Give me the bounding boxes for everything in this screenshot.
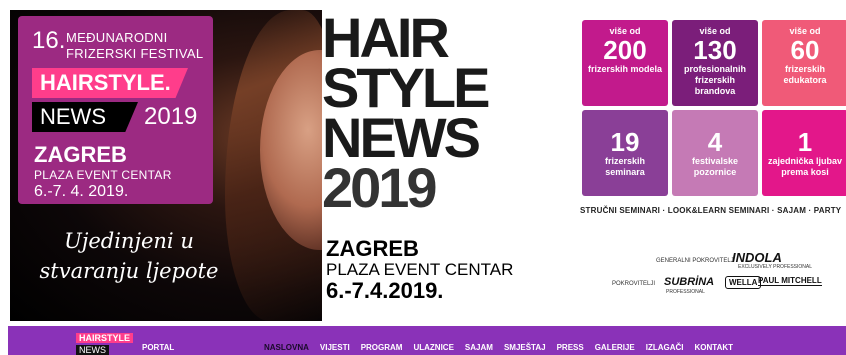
center-date: 6.-7.4.2019. [326, 278, 444, 303]
patrons-label: POKROVITELJI [612, 281, 656, 287]
festival-city: ZAGREB [34, 142, 127, 167]
event-tagline: STRUČNI SEMINARI · LOOK&LEARN SEMINARI ·… [580, 206, 842, 215]
festival-line1: MEĐUNARODNI [66, 30, 168, 45]
nav-item-press[interactable]: PRESS [557, 343, 584, 352]
logo-hairstyle: HAIRSTYLE. [32, 68, 188, 98]
festival-number: 16. [32, 27, 66, 54]
festival-line2: FRIZERSKI FESTIVAL [66, 46, 204, 61]
stat-number: 60 [790, 35, 820, 65]
slogan: Ujedinjeni u stvaranju ljepote [34, 226, 224, 286]
nav-item-sajam[interactable]: SAJAM [465, 343, 493, 352]
festival-date: 6.-7. 4. 2019. [34, 183, 129, 200]
nav-item-naslovna[interactable]: NASLOVNA [264, 343, 309, 352]
sponsor-subrina-logo[interactable]: SUBRİNA [664, 276, 714, 288]
stat-number: 4 [707, 127, 723, 157]
sponsor-subrina-sub: PROFESSIONAL [666, 289, 705, 295]
stat-tile-seminars: 19 frizerskih seminara [582, 110, 668, 196]
stat-tile-love: 1 zajednička ljubav prema kosi [762, 110, 846, 196]
nav-item-smjestaj[interactable]: SMJEŠTAJ [504, 343, 546, 352]
page: 16. MEĐUNARODNI FRIZERSKI FESTIVAL HAIRS… [0, 0, 846, 355]
center-title-block: HAIR STYLE NEWS 2019 ZAGREB PLAZA EVENT … [322, 10, 574, 321]
main-nav-bar: HAIRSTYLE NEWS PORTAL NASLOVNA VIJESTI P… [8, 326, 846, 355]
stat-tile-models: više od 200 frizerskih modela [582, 20, 668, 106]
center-venue: PLAZA EVENT CENTAR [326, 260, 514, 279]
stat-label: frizerskih modela [587, 64, 663, 74]
slogan-line1: Ujedinjeni u [64, 229, 194, 253]
festival-card: 16. MEĐUNARODNI FRIZERSKI FESTIVAL HAIRS… [18, 16, 213, 204]
big-title-year: 2019 [322, 156, 438, 219]
nav-item-galerije[interactable]: GALERIJE [595, 343, 635, 352]
stat-number: 1 [797, 127, 813, 157]
stat-number: 200 [603, 35, 647, 65]
festival-year: 2019 [144, 103, 198, 130]
nav-logo-hairstyle[interactable]: HAIRSTYLE [76, 333, 134, 343]
stat-label: zajednička ljubav prema kosi [767, 156, 843, 177]
stat-label: frizerskih edukatora [783, 64, 827, 85]
stat-number: 19 [610, 127, 640, 157]
stat-label: festivalske pozornice [691, 156, 739, 177]
nav-item-izlagaci[interactable]: IZLAGAČI [646, 343, 684, 352]
sponsor-indola-sub: EXCLUSIVELY PROFESSIONAL [738, 264, 813, 270]
nav-item-vijesti[interactable]: VIJESTI [320, 343, 350, 352]
festival-venue: PLAZA EVENT CENTAR [34, 168, 172, 182]
nav-item-ulaznice[interactable]: ULAZNICE [413, 343, 453, 352]
general-sponsor-label: GENERALNI POKROVITELJ [656, 258, 734, 264]
sponsor-wella-logo[interactable]: WELLA [725, 276, 762, 289]
nav-item-program[interactable]: PROGRAM [361, 343, 403, 352]
sponsor-indola-logo[interactable]: INDOLA [732, 250, 782, 265]
stat-tile-brands: više od 130 profesionalnih frizerskih br… [672, 20, 758, 106]
stat-tile-stages: 4 festivalske pozornice [672, 110, 758, 196]
nav-portal-link[interactable]: PORTAL [142, 343, 174, 352]
slogan-line2: stvaranju ljepote [39, 259, 219, 283]
nav-item-kontakt[interactable]: KONTAKT [695, 343, 734, 352]
nav-menu: NASLOVNA VIJESTI PROGRAM ULAZNICE SAJAM … [264, 343, 744, 352]
logo-news: NEWS [32, 102, 138, 132]
center-city: ZAGREB [326, 236, 419, 261]
sponsor-paul-mitchell-logo[interactable]: PAUL MITCHELL [758, 276, 822, 286]
stat-number: 130 [693, 35, 737, 65]
stat-label: frizerskih seminara [604, 156, 646, 177]
nav-logo-news[interactable]: NEWS [76, 345, 109, 355]
stat-tile-educators: više od 60 frizerskih edukatora [762, 20, 846, 106]
stat-label: profesionalnih frizerskih brandova [683, 64, 746, 96]
